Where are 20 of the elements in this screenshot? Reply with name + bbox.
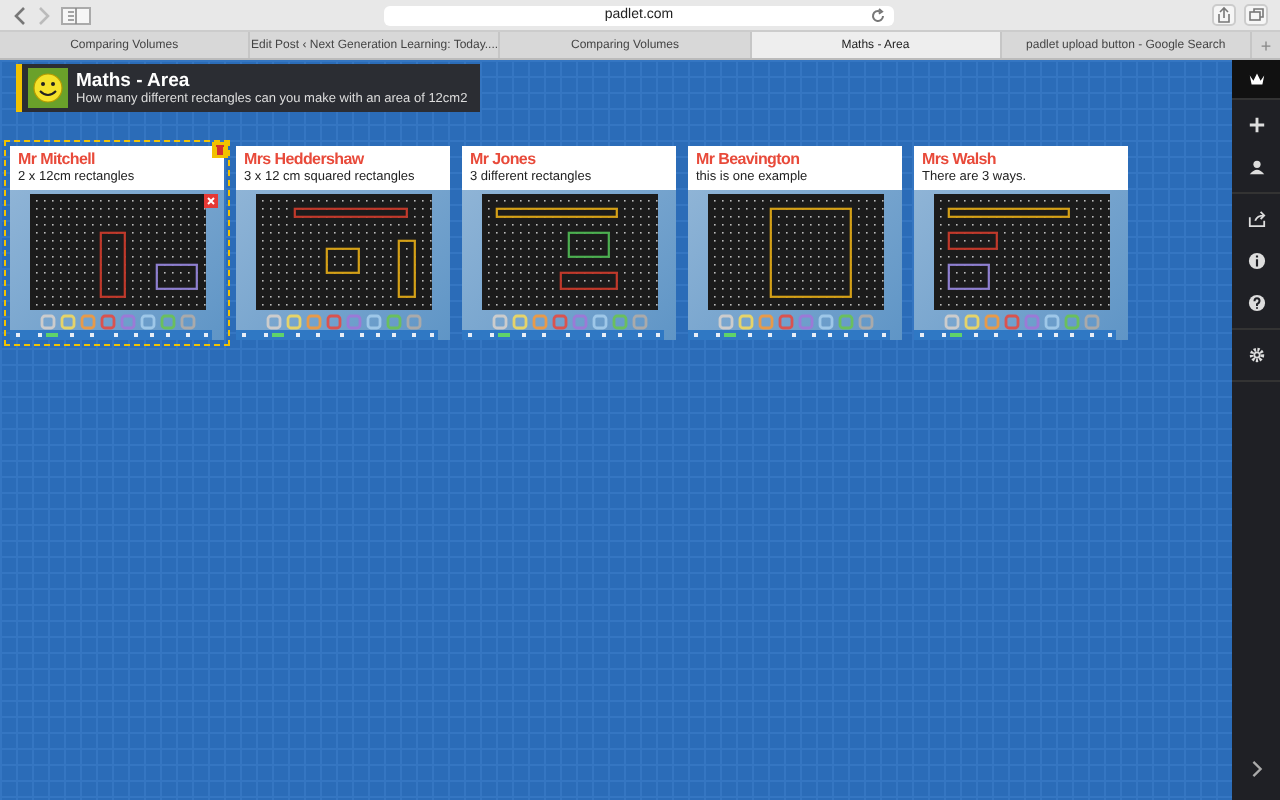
chevron-right-icon[interactable] [1247, 760, 1265, 778]
post-author: Mrs Walsh [922, 150, 999, 168]
delete-icon[interactable] [212, 142, 228, 158]
smiley-icon [28, 68, 68, 108]
padlet-title: Maths - Area [76, 70, 192, 92]
close-icon[interactable] [204, 194, 218, 208]
settings-icon[interactable] [1247, 346, 1265, 364]
tabs-icon[interactable] [1244, 4, 1268, 26]
post-author: Mr Mitchell [18, 150, 97, 168]
share-icon[interactable] [1247, 210, 1265, 228]
reload-icon[interactable] [870, 7, 886, 23]
back-icon[interactable] [12, 5, 28, 25]
post-author: Mr Beavington [696, 150, 802, 168]
help-icon[interactable] [1247, 294, 1265, 312]
plus-icon[interactable] [1247, 116, 1265, 134]
profile-icon[interactable] [1247, 158, 1265, 176]
info-icon[interactable] [1247, 252, 1265, 270]
crown-icon[interactable] [1247, 70, 1265, 88]
post-author: Mrs Heddershaw [244, 150, 366, 168]
post-author: Mr Jones [470, 150, 538, 168]
